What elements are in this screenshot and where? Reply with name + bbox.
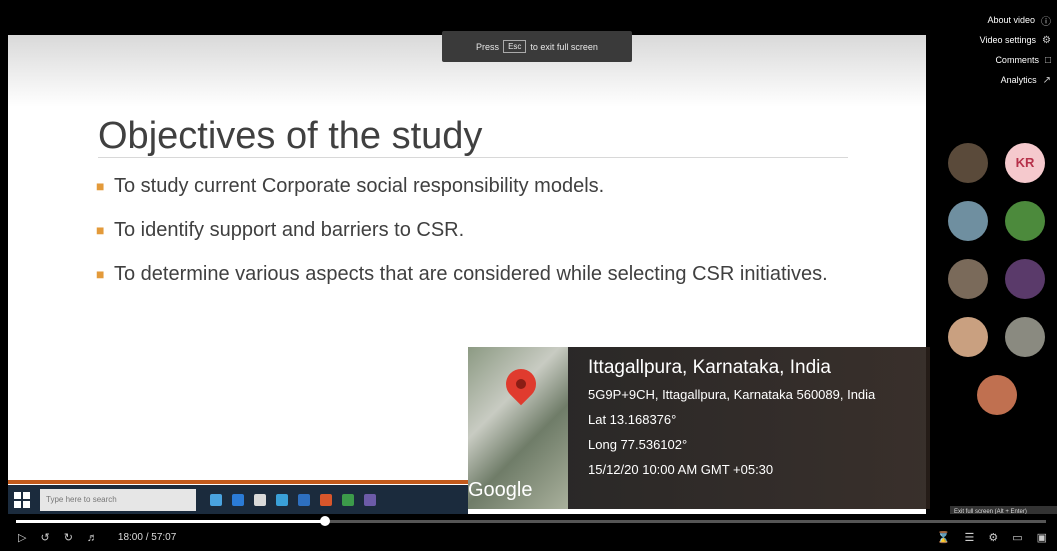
taskbar-app-icon[interactable]	[364, 494, 376, 506]
video-player-controls: ▷ ↺ ↻ ♬ 18:00 / 57:07 ⌛ ☰ ⚙ ▭ ▣	[0, 514, 1057, 551]
video-side-menu: About video ⓘ Video settings ⚙ Comments □ A…	[911, 10, 1051, 90]
exit-fullscreen-banner: Press Esc to exit full screen	[442, 31, 632, 62]
comment-icon: □	[1044, 54, 1051, 66]
avatar	[1005, 259, 1045, 299]
banner-post-text: to exit full screen	[530, 41, 598, 52]
skip-forward-icon[interactable]: ↻	[64, 531, 73, 544]
geotag-place: Ittagallpura, Karnataka, India	[588, 357, 831, 378]
menu-label: Video settings	[979, 35, 1037, 45]
geotag-address: 5G9P+9CH, Ittagallpura, Karnataka 560089…	[588, 387, 876, 402]
taskbar-app-icon[interactable]	[276, 494, 288, 506]
settings-icon[interactable]: ⚙	[988, 531, 998, 544]
participant-tile[interactable]	[942, 143, 994, 186]
taskbar-app-icon[interactable]	[232, 494, 244, 506]
skip-back-icon[interactable]: ↺	[40, 531, 49, 544]
progress-scrubber[interactable]	[320, 516, 330, 526]
geotag-datetime: 15/12/20 10:00 AM GMT +05:30	[588, 462, 774, 477]
bullet-text: To identify support and barriers to CSR.	[114, 219, 465, 241]
bullet-dot-icon: ■	[96, 266, 105, 282]
menu-about-video[interactable]: About video ⓘ	[911, 10, 1051, 30]
geotag-overlay: Google Ittagallpura, Karnataka, India 5G…	[468, 347, 930, 509]
windows-taskbar: Type here to search	[8, 485, 468, 515]
progress-track[interactable]	[16, 516, 1046, 526]
slide-footer-bar	[8, 480, 468, 484]
bullet-text: To study current Corporate social respon…	[114, 175, 605, 197]
info-icon: ⓘ	[1041, 16, 1051, 28]
taskbar-app-icon[interactable]	[320, 494, 332, 506]
progress-fill	[16, 520, 325, 523]
avatar	[948, 317, 988, 357]
participant-tile[interactable]	[942, 317, 994, 360]
bullet-item: ■ To determine various aspects that are c…	[96, 259, 856, 290]
chart-icon: ↗	[1042, 74, 1051, 86]
volume-icon[interactable]: ♬	[87, 532, 98, 544]
banner-pre-text: Press	[476, 41, 500, 52]
play-icon[interactable]: ▷	[18, 531, 26, 544]
menu-label: Analytics	[1000, 75, 1037, 85]
theater-icon[interactable]: ▭	[1012, 531, 1022, 544]
avatar	[948, 143, 988, 183]
avatar	[976, 375, 1017, 415]
fullscreen-exit-icon[interactable]: ▣	[1037, 531, 1047, 544]
controls-left: ▷ ↺ ↻ ♬ 18:00 / 57:07	[18, 531, 177, 545]
satellite-map-thumbnail: Google	[468, 347, 568, 509]
participant-tile[interactable]	[999, 259, 1051, 302]
participant-tile[interactable]	[999, 317, 1051, 360]
avatar	[1005, 317, 1045, 357]
esc-key: Esc	[503, 40, 527, 53]
time-readout: 18:00 / 57:07	[117, 532, 177, 543]
speed-icon[interactable]: ⌛	[937, 531, 951, 544]
avatar	[948, 201, 988, 241]
participant-tile[interactable]: KR	[999, 143, 1051, 186]
slide-title: Objectives of the study	[98, 115, 483, 157]
participant-tile[interactable]	[942, 201, 994, 244]
avatar: KR	[1005, 143, 1045, 183]
windows-start-icon[interactable]	[14, 492, 30, 508]
taskbar-app-icons	[210, 494, 376, 506]
google-logo: Google	[468, 479, 533, 501]
avatar	[1005, 201, 1045, 241]
taskbar-search-input[interactable]: Type here to search	[40, 489, 196, 511]
menu-label: Comments	[995, 55, 1039, 65]
bullet-text: To determine various aspects that are co…	[114, 263, 828, 285]
menu-analytics[interactable]: Analytics ↗	[911, 70, 1051, 90]
participant-tile[interactable]	[942, 259, 994, 302]
map-pin-icon	[499, 362, 543, 406]
geotag-longitude: Long 77.536102°	[588, 437, 688, 452]
bullet-list: ■ To study current Corporate social respo…	[96, 171, 856, 303]
taskbar-app-icon[interactable]	[254, 494, 266, 506]
participant-tile[interactable]	[999, 201, 1051, 244]
bullet-item: ■ To identify support and barriers to CSR…	[96, 215, 856, 246]
settings-icon: ⚙	[1042, 34, 1051, 46]
menu-video-settings[interactable]: Video settings ⚙	[911, 30, 1051, 50]
bullet-item: ■ To study current Corporate social respo…	[96, 171, 856, 202]
avatar	[948, 259, 988, 299]
captions-icon[interactable]: ☰	[964, 531, 974, 544]
menu-comments[interactable]: Comments □	[911, 50, 1051, 70]
participant-tile[interactable]	[971, 375, 1023, 418]
title-divider	[98, 157, 848, 158]
taskbar-app-icon[interactable]	[298, 494, 310, 506]
taskbar-app-icon[interactable]	[210, 494, 222, 506]
bullet-dot-icon: ■	[96, 222, 105, 238]
bullet-dot-icon: ■	[96, 178, 105, 194]
menu-label: About video	[987, 15, 1035, 25]
geotag-latitude: Lat 13.168376°	[588, 412, 677, 427]
geotag-details: Ittagallpura, Karnataka, India 5G9P+9CH,…	[588, 357, 875, 487]
taskbar-app-icon[interactable]	[342, 494, 354, 506]
controls-right: ⌛ ☰ ⚙ ▭ ▣	[937, 531, 1047, 544]
